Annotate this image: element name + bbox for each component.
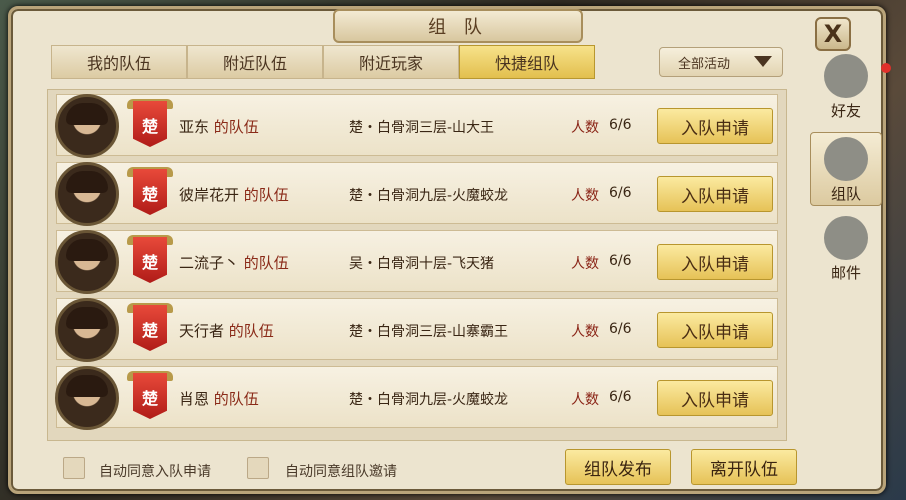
- chevron-down-icon: [754, 56, 772, 67]
- faction-label: 楚: [141, 185, 158, 204]
- tab-my-team[interactable]: 我的队伍: [51, 45, 187, 79]
- notification-dot: [881, 63, 891, 73]
- member-count: 6/6: [609, 117, 632, 133]
- member-count: 6/6: [609, 185, 632, 201]
- member-count-label: 人数: [571, 256, 599, 272]
- member-count: 6/6: [609, 389, 632, 405]
- member-count-label: 人数: [571, 392, 599, 408]
- auto-accept-join-checkbox[interactable]: [63, 457, 85, 479]
- sidebar-item-label: 邮件: [830, 264, 861, 282]
- team-row: 楚 肖恩 的队伍 楚・白骨洞九层-火魔蛟龙 人数 6/6 入队申请: [55, 366, 778, 430]
- faction-banner-icon: 楚: [125, 235, 175, 287]
- member-count-label: 人数: [571, 120, 599, 136]
- leader-name: 肖恩: [179, 390, 210, 408]
- member-count-label: 人数: [571, 188, 599, 204]
- team-name: 彼岸花开 的队伍: [179, 184, 289, 205]
- faction-banner-icon: 楚: [125, 99, 175, 151]
- faction-label: 楚: [141, 321, 158, 340]
- tab-nearby-players[interactable]: 附近玩家: [323, 45, 459, 79]
- team-row: 楚 二流子丶 的队伍 吴・白骨洞十层-飞天猪 人数 6/6 入队申请: [55, 230, 778, 294]
- team-location: 楚・白骨洞三层-山大王: [349, 120, 495, 136]
- team-location: 楚・白骨洞九层-火魔蛟龙: [349, 188, 509, 204]
- join-request-button[interactable]: 入队申请: [657, 312, 773, 348]
- tab-bar: 我的队伍 附近队伍 附近玩家 快捷组队: [51, 45, 595, 79]
- team-location: 楚・白骨洞九层-火魔蛟龙: [349, 392, 509, 408]
- team-suffix: 的队伍: [213, 390, 259, 408]
- join-request-button[interactable]: 入队申请: [657, 244, 773, 280]
- member-count-label: 人数: [571, 324, 599, 340]
- leader-name: 二流子丶: [179, 254, 240, 272]
- faction-label: 楚: [141, 117, 158, 136]
- mail-icon: [824, 216, 868, 260]
- auto-accept-join-label: 自动同意入队申请: [99, 464, 211, 480]
- avatar: [55, 94, 119, 158]
- team-name: 天行者 的队伍: [179, 320, 274, 341]
- auto-accept-invite-label: 自动同意组队邀请: [285, 464, 397, 480]
- join-request-button[interactable]: 入队申请: [657, 176, 773, 212]
- team-suffix: 的队伍: [243, 186, 289, 204]
- avatar: [55, 230, 119, 294]
- faction-label: 楚: [141, 253, 158, 272]
- faction-banner-icon: 楚: [125, 303, 175, 355]
- team-location: 楚・白骨洞三层-山寨霸王: [349, 324, 509, 340]
- team-list: 楚 亚东 的队伍 楚・白骨洞三层-山大王 人数 6/6 入队申请 楚 彼岸花开 …: [47, 89, 787, 441]
- filter-label: 全部活动: [678, 56, 731, 72]
- team-name: 二流子丶 的队伍: [179, 252, 289, 273]
- team-location: 吴・白骨洞十层-飞天猪: [349, 256, 495, 272]
- sidebar-item-label: 好友: [830, 102, 861, 120]
- close-button[interactable]: X: [815, 17, 851, 51]
- auto-accept-invite-checkbox[interactable]: [247, 457, 269, 479]
- faction-label: 楚: [141, 389, 158, 408]
- team-suffix: 的队伍: [243, 254, 289, 272]
- team-suffix: 的队伍: [213, 118, 259, 136]
- window-title: 组 队: [333, 9, 583, 43]
- avatar: [55, 366, 119, 430]
- sidebar-item-mail[interactable]: 邮件: [810, 216, 882, 286]
- join-request-button[interactable]: 入队申请: [657, 108, 773, 144]
- team-name: 亚东 的队伍: [179, 116, 259, 137]
- publish-team-button[interactable]: 组队发布: [565, 449, 671, 485]
- team-row: 楚 天行者 的队伍 楚・白骨洞三层-山寨霸王 人数 6/6 入队申请: [55, 298, 778, 362]
- tab-nearby-teams[interactable]: 附近队伍: [187, 45, 323, 79]
- avatar: [55, 162, 119, 226]
- team-name: 肖恩 的队伍: [179, 388, 259, 409]
- avatar: [55, 298, 119, 362]
- activity-filter-dropdown[interactable]: 全部活动: [659, 47, 783, 77]
- leader-name: 亚东: [179, 118, 210, 136]
- join-request-button[interactable]: 入队申请: [657, 380, 773, 416]
- faction-banner-icon: 楚: [125, 167, 175, 219]
- member-count: 6/6: [609, 253, 632, 269]
- leave-team-button[interactable]: 离开队伍: [691, 449, 797, 485]
- team-icon: [824, 137, 868, 181]
- member-count: 6/6: [609, 321, 632, 337]
- sidebar-item-friends[interactable]: 好友: [810, 54, 882, 124]
- leader-name: 天行者: [179, 322, 225, 340]
- faction-banner-icon: 楚: [125, 371, 175, 423]
- tab-quick-team[interactable]: 快捷组队: [459, 45, 595, 79]
- team-suffix: 的队伍: [228, 322, 274, 340]
- team-row: 楚 彼岸花开 的队伍 楚・白骨洞九层-火魔蛟龙 人数 6/6 入队申请: [55, 162, 778, 226]
- sidebar-item-label: 组队: [830, 185, 861, 203]
- leader-name: 彼岸花开: [179, 186, 240, 204]
- friends-icon: [824, 54, 868, 98]
- team-panel: 组 队 X 我的队伍 附近队伍 附近玩家 快捷组队 全部活动 楚 亚东 的队伍 …: [8, 6, 891, 494]
- sidebar-item-team[interactable]: 组队: [810, 132, 882, 206]
- team-row: 楚 亚东 的队伍 楚・白骨洞三层-山大王 人数 6/6 入队申请: [55, 94, 778, 158]
